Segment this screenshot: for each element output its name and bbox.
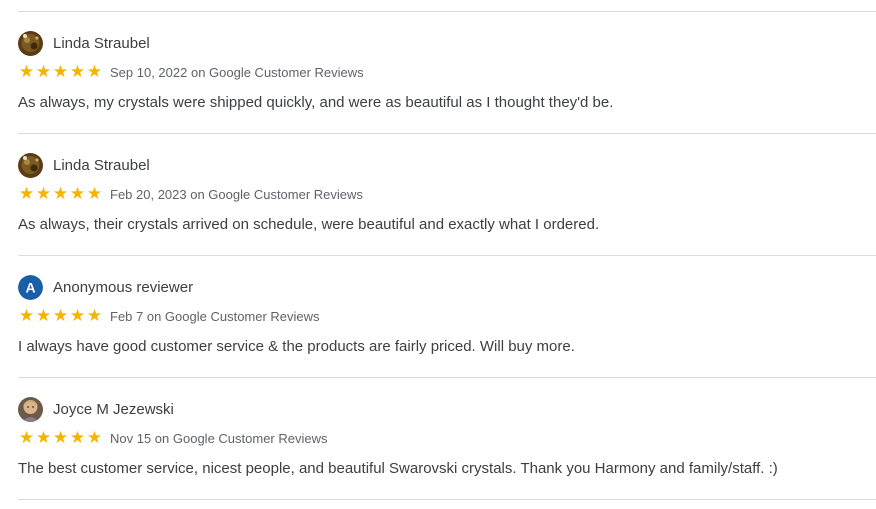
star-icon: ★	[52, 428, 69, 448]
reviewer-name: Joyce M Jezewski	[53, 400, 174, 418]
avatar[interactable]	[18, 152, 43, 178]
review-date: Nov 15 on Google Customer Reviews	[110, 430, 328, 446]
review-date: Feb 20, 2023 on Google Customer Reviews	[110, 186, 363, 202]
star-icon: ★	[86, 62, 103, 82]
star-icon: ★	[69, 428, 86, 448]
star-icon: ★	[52, 306, 69, 326]
avatar-letter: A	[25, 279, 35, 295]
reviewer-photo-icon	[18, 152, 43, 178]
review-item: A Anonymous reviewer ★ ★ ★ ★ ★ Feb 7 on …	[18, 256, 876, 377]
review-header: Joyce M Jezewski	[18, 396, 174, 422]
avatar[interactable]	[18, 396, 43, 422]
reviewer-name: Anonymous reviewer	[53, 278, 194, 296]
review-header: Linda Straubel	[18, 30, 150, 56]
review-text: I always have good customer service & th…	[18, 338, 575, 355]
star-icon: ★	[18, 62, 35, 82]
divider	[18, 499, 876, 500]
avatar[interactable]: A	[18, 274, 43, 300]
star-rating: ★ ★ ★ ★ ★	[18, 306, 103, 326]
star-icon: ★	[35, 428, 52, 448]
review-item: Joyce M Jezewski ★ ★ ★ ★ ★ Nov 15 on Goo…	[18, 378, 876, 499]
review-text: As always, their crystals arrived on sch…	[18, 216, 600, 233]
star-icon: ★	[86, 306, 103, 326]
star-icon: ★	[52, 184, 69, 204]
review-meta: ★ ★ ★ ★ ★ Nov 15 on Google Customer Revi…	[18, 428, 328, 448]
reviewer-photo-icon	[18, 30, 43, 56]
review-header: A Anonymous reviewer	[18, 274, 193, 300]
reviewer-name: Linda Straubel	[53, 156, 150, 174]
star-rating: ★ ★ ★ ★ ★	[18, 428, 103, 448]
review-meta: ★ ★ ★ ★ ★ Sep 10, 2022 on Google Custome…	[18, 62, 364, 82]
review-text: As always, my crystals were shipped quic…	[18, 94, 614, 111]
star-icon: ★	[18, 428, 35, 448]
reviewer-photo-icon	[18, 396, 43, 422]
star-icon: ★	[35, 184, 52, 204]
reviews-list: Linda Straubel ★ ★ ★ ★ ★ Sep 10, 2022 on…	[18, 0, 876, 500]
reviewer-name: Linda Straubel	[53, 34, 150, 52]
review-meta: ★ ★ ★ ★ ★ Feb 7 on Google Customer Revie…	[18, 306, 320, 326]
star-icon: ★	[35, 62, 52, 82]
star-icon: ★	[86, 184, 103, 204]
review-meta: ★ ★ ★ ★ ★ Feb 20, 2023 on Google Custome…	[18, 184, 363, 204]
star-icon: ★	[69, 184, 86, 204]
review-item: Linda Straubel ★ ★ ★ ★ ★ Feb 20, 2023 on…	[18, 134, 876, 255]
review-date: Feb 7 on Google Customer Reviews	[110, 308, 320, 324]
star-icon: ★	[86, 428, 103, 448]
star-rating: ★ ★ ★ ★ ★	[18, 62, 103, 82]
avatar[interactable]	[18, 30, 43, 56]
review-text: The best customer service, nicest people…	[18, 460, 778, 477]
star-icon: ★	[18, 306, 35, 326]
star-icon: ★	[18, 184, 35, 204]
review-date: Sep 10, 2022 on Google Customer Reviews	[110, 64, 364, 80]
star-icon: ★	[35, 306, 52, 326]
star-icon: ★	[52, 62, 69, 82]
review-header: Linda Straubel	[18, 152, 150, 178]
letter-avatar-icon: A	[18, 274, 43, 300]
star-icon: ★	[69, 62, 86, 82]
star-rating: ★ ★ ★ ★ ★	[18, 184, 103, 204]
star-icon: ★	[69, 306, 86, 326]
review-item: Linda Straubel ★ ★ ★ ★ ★ Sep 10, 2022 on…	[18, 12, 876, 133]
